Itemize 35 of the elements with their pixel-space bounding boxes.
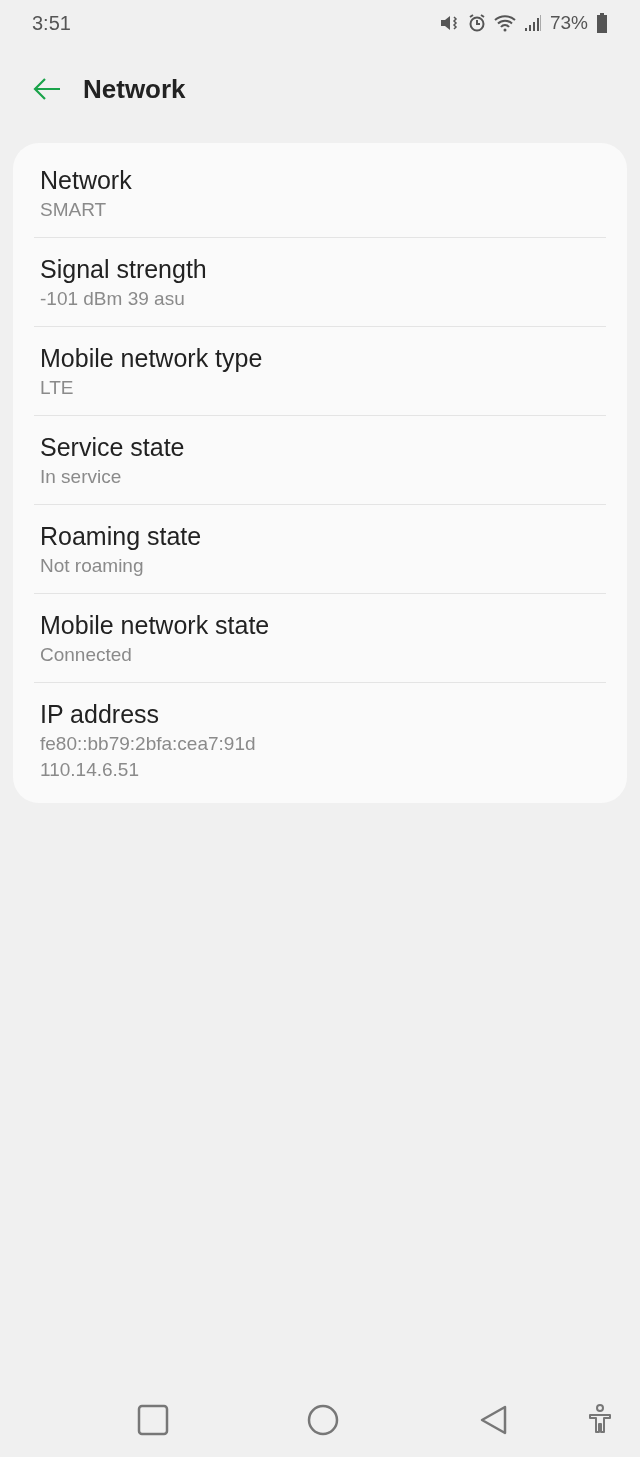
item-title: Signal strength [40,254,208,285]
settings-item[interactable]: Network SMART [34,149,606,238]
signal-icon [523,14,542,32]
battery-percent: 73% [549,10,588,35]
item-title: Mobile network type [40,343,264,374]
item-value: Not roaming [40,554,145,578]
page-title: Network [83,72,186,106]
item-value: Connected [40,643,133,667]
item-title: Mobile network state [40,610,271,641]
settings-item[interactable]: Service state In service [34,416,606,505]
item-value: LTE [40,376,75,400]
settings-item[interactable]: Mobile network state Connected [34,594,606,683]
item-title: Network [40,165,133,196]
status-time: 3:51 [32,11,71,36]
alarm-icon [467,14,486,32]
item-title: Service state [40,432,186,463]
item-value: 110.14.6.51 [40,758,140,782]
back-arrow-icon [33,77,61,101]
home-icon[interactable] [307,1404,339,1436]
mute-icon [439,14,460,32]
settings-item[interactable]: Signal strength -101 dBm 39 asu [34,238,606,327]
back-icon[interactable] [478,1404,508,1436]
item-value: fe80::bb79:2bfa:cea7:91d [40,732,257,756]
item-value: -101 dBm 39 asu [40,287,186,311]
recent-apps-icon[interactable] [137,1404,169,1436]
settings-item[interactable]: IP address fe80::bb79:2bfa:cea7:91d 110.14.6.51 [34,683,606,797]
settings-item[interactable]: Mobile network type LTE [34,327,606,416]
battery-icon [596,13,608,33]
item-value: SMART [40,198,108,222]
item-title: IP address [40,699,161,730]
wifi-icon [493,14,516,32]
item-value: In service [40,465,123,489]
accessibility-icon[interactable] [587,1404,613,1436]
settings-item[interactable]: Roaming state Not roaming [34,505,606,594]
item-title: Roaming state [40,521,203,552]
